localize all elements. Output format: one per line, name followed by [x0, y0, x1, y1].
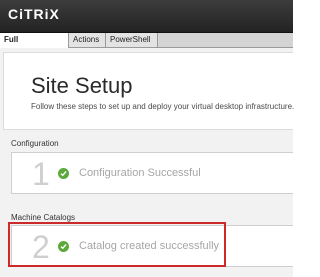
step-status-text: Configuration Successful — [79, 167, 201, 179]
site-setup-header: Site Setup Follow these steps to set up … — [3, 52, 295, 130]
page-subtitle: Follow these steps to set up and deploy … — [31, 102, 295, 111]
step-number: 1 — [32, 156, 50, 192]
page-title: Site Setup — [31, 73, 133, 98]
step-card-configuration[interactable]: 1 Configuration Successful — [11, 152, 293, 194]
tab-strip: Full Deployment Actions PowerShell — [0, 33, 293, 58]
app-header: CiTRiX — [0, 0, 293, 33]
section-label-configuration: Configuration — [11, 139, 59, 148]
tab-full-deployment[interactable]: Full Deployment — [0, 33, 69, 58]
tab-powershell[interactable]: PowerShell — [106, 33, 158, 47]
citrix-logo: CiTRiX — [8, 6, 60, 22]
check-circle-icon — [58, 168, 69, 179]
tab-actions[interactable]: Actions — [69, 33, 106, 47]
section-label-machine-catalogs: Machine Catalogs — [11, 213, 76, 222]
highlight-box — [8, 222, 226, 267]
